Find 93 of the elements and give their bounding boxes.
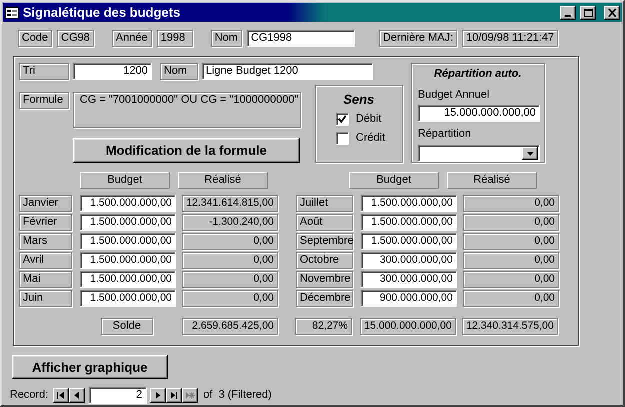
show-chart-button[interactable]: Afficher graphique	[12, 355, 168, 379]
field-label: Dernière MAJ:	[379, 30, 458, 47]
month-label: Octobre	[296, 252, 353, 269]
check-icon	[338, 115, 347, 124]
budget-field[interactable]: 1.500.000.000,00	[80, 195, 176, 212]
sort-field[interactable]: 1200	[73, 63, 152, 80]
month-label: Novembre	[296, 271, 353, 288]
minimize-button[interactable]	[560, 6, 576, 20]
budget-field[interactable]: 1.500.000.000,00	[361, 214, 457, 231]
first-record-button[interactable]	[52, 388, 69, 403]
field-label: Code	[18, 30, 52, 47]
field-label: Nom	[210, 30, 242, 47]
checkbox-label: Débit	[356, 112, 382, 127]
form-icon	[5, 6, 19, 18]
maximize-icon	[584, 8, 592, 16]
balance-value: 2.659.685.425,00	[182, 318, 278, 335]
budget-field[interactable]: 1.500.000.000,00	[80, 214, 176, 231]
total-label: Solde	[101, 318, 153, 335]
actual-value: 0,00	[182, 252, 278, 269]
month-label: Mai	[19, 271, 72, 288]
actual-value: 12.341.614.815,00	[182, 195, 278, 212]
month-label: Décembre	[296, 290, 353, 307]
caret-icon	[526, 152, 534, 156]
month-label: Mars	[19, 233, 72, 250]
record-label: Record:	[10, 388, 49, 403]
column-header: Budget	[80, 172, 170, 189]
field-label: Année	[112, 30, 152, 47]
dropdown-button[interactable]	[522, 147, 538, 160]
triangle-asterisk-icon	[184, 391, 195, 400]
actual-value: 0,00	[463, 195, 559, 212]
budget-field[interactable]: 1.500.000.000,00	[361, 233, 457, 250]
budget-field[interactable]: 1.500.000.000,00	[361, 195, 457, 212]
line-name-field[interactable]: Ligne Budget 1200	[202, 63, 373, 80]
minimize-icon	[565, 14, 571, 16]
month-label: Février	[19, 214, 72, 231]
month-label: Septembre	[296, 233, 353, 250]
close-button[interactable]	[604, 6, 620, 20]
budget-field[interactable]: 300.000.000,00	[361, 271, 457, 288]
modify-formula-button[interactable]: Modification de la formule	[73, 138, 300, 163]
field-label: Tri	[19, 63, 69, 80]
field-label: Formule	[19, 92, 69, 109]
record-count: 3 (Filtered)	[218, 388, 272, 403]
record-number-field[interactable]: 2	[88, 387, 147, 404]
column-header: Réalisé	[447, 172, 537, 189]
month-label: Janvier	[19, 195, 72, 212]
skip-start-icon	[56, 391, 66, 400]
previous-record-button[interactable]	[68, 388, 85, 403]
name-field[interactable]: CG1998	[247, 30, 356, 47]
close-icon	[608, 8, 616, 16]
column-header: Budget	[349, 172, 439, 189]
budget-field[interactable]: 900.000.000,00	[361, 290, 457, 307]
actual-value: 0,00	[182, 233, 278, 250]
distribution-dropdown[interactable]	[418, 145, 540, 162]
budget-total: 15.000.000.000,00	[360, 318, 456, 335]
annual-budget-field[interactable]: 15.000.000.000,00	[418, 105, 540, 122]
month-label: Juin	[19, 290, 72, 307]
actual-total: 12.340.314.575,00	[462, 318, 558, 335]
checkbox[interactable]	[336, 132, 349, 145]
actual-value: 0,00	[463, 233, 559, 250]
of-label: of	[204, 388, 213, 403]
maximize-button[interactable]	[580, 6, 596, 20]
field-value: 10/09/98 11:21:47	[462, 30, 558, 47]
actual-value: 0,00	[463, 214, 559, 231]
actual-value: 0,00	[463, 290, 559, 307]
month-label: Juillet	[296, 195, 353, 212]
field-label: Répartition	[418, 127, 472, 142]
skip-end-icon	[168, 391, 179, 400]
actual-value: -1.300.240,00	[182, 214, 278, 231]
month-label: Août	[296, 214, 353, 231]
checkbox-label: Crédit	[356, 131, 386, 146]
field-value: 1998	[156, 30, 193, 47]
group-title: Sens	[342, 92, 376, 107]
field-label: Nom	[160, 63, 198, 80]
percent-value: 82,27%	[295, 318, 352, 335]
actual-value: 0,00	[182, 271, 278, 288]
window-title: Signalétique des budgets	[23, 5, 182, 20]
budget-field[interactable]: 300.000.000,00	[361, 252, 457, 269]
actual-value: 0,00	[182, 290, 278, 307]
budget-field[interactable]: 1.500.000.000,00	[80, 252, 176, 269]
formula-field: CG = "7001000000" OU CG = "1000000000"	[73, 92, 301, 128]
budget-field[interactable]: 1.500.000.000,00	[80, 233, 176, 250]
checkbox[interactable]	[336, 113, 349, 126]
next-record-button[interactable]	[150, 388, 166, 403]
budget-field[interactable]: 1.500.000.000,00	[80, 271, 176, 288]
field-value: CG98	[57, 30, 94, 47]
month-label: Avril	[19, 252, 72, 269]
actual-value: 0,00	[463, 252, 559, 269]
actual-value: 0,00	[463, 271, 559, 288]
last-record-button[interactable]	[166, 388, 182, 403]
group-title: Répartition auto.	[433, 67, 523, 82]
budget-field[interactable]: 1.500.000.000,00	[80, 290, 176, 307]
field-label: Budget Annuel	[418, 88, 491, 103]
column-header: Réalisé	[178, 172, 268, 189]
